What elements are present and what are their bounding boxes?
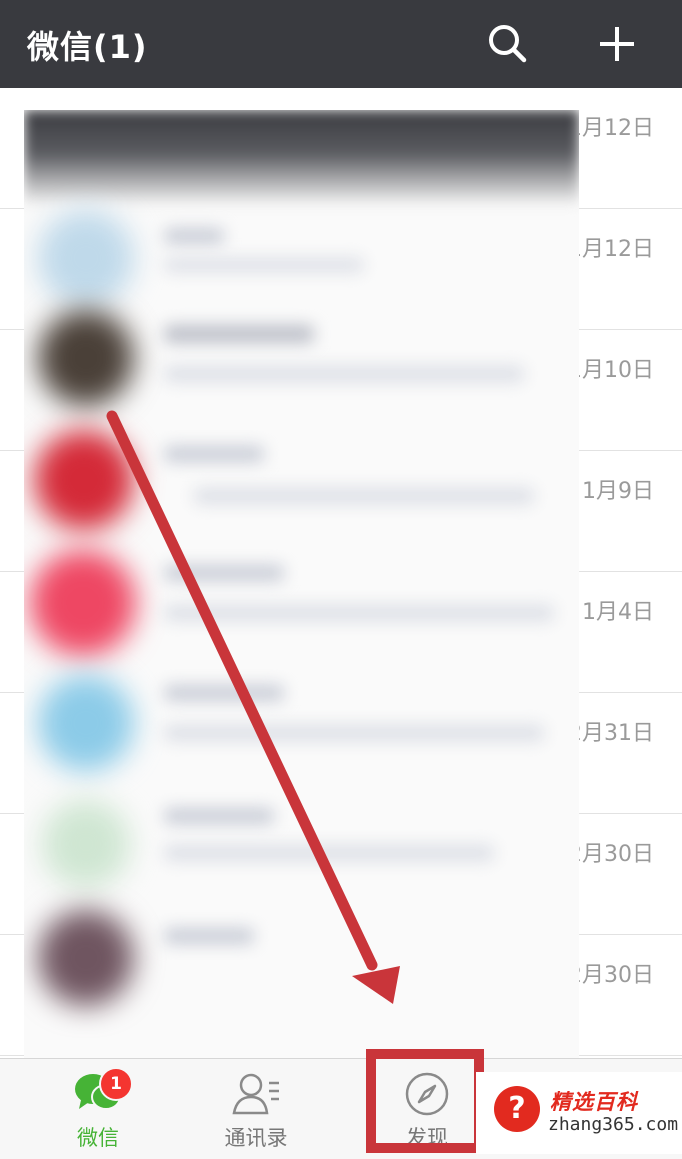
chat-date: 1月4日 [582,600,654,625]
blurred-avatar [42,800,130,888]
blurred-avatar [34,430,134,530]
annotation-highlight-box [366,1049,484,1153]
chat-date: 1月9日 [582,479,654,504]
tab-contacts[interactable]: 通讯录 [191,1059,321,1159]
blurred-avatar [38,910,134,1006]
watermark-url: zhang365.com [548,1114,679,1135]
chat-date: 1月10日 [568,358,654,383]
blurred-text [164,845,494,861]
question-icon: ? [494,1086,540,1132]
unread-badge: 1 [99,1067,133,1101]
chat-date: 1月12日 [568,116,654,141]
blurred-text [164,228,224,244]
search-icon[interactable] [482,18,534,70]
blurred-privacy-overlay [24,110,579,1060]
page-title: 微信(1) [27,28,148,66]
blurred-text [164,685,284,701]
blurred-text [164,808,274,824]
blurred-avatar [38,210,134,306]
tab-label: 微信 [77,1126,119,1150]
blurred-text [164,258,364,272]
blurred-text [164,605,554,621]
blurred-text [164,325,314,343]
blurred-text [164,446,264,462]
tab-chat[interactable]: 1 微信 [33,1059,163,1159]
blurred-header-strip [24,110,579,205]
blurred-avatar [38,310,134,406]
watermark-name: 精选百科 [550,1090,638,1114]
chat-date: 1月12日 [568,237,654,262]
blurred-text [164,725,544,741]
blurred-avatar [38,675,134,771]
blurred-text [164,366,524,382]
contacts-icon [231,1069,281,1119]
plus-icon[interactable] [591,18,643,70]
blurred-text [194,488,534,504]
top-bar: 微信(1) [0,0,682,88]
tab-label: 通讯录 [224,1126,288,1150]
watermark-logo: ? 精选百科 zhang365.com [476,1072,682,1154]
blurred-text [164,565,284,581]
blurred-text [164,928,254,944]
blurred-avatar [30,550,136,656]
